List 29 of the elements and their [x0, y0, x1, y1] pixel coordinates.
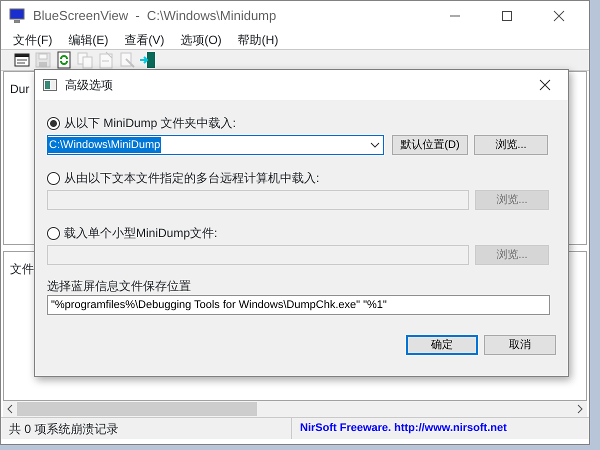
menu-item[interactable]: 选项(O) [172, 31, 230, 49]
browse-button[interactable]: 浏览... [474, 135, 548, 155]
window-title: BlueScreenView - C:\Windows\Minidump [33, 7, 278, 26]
radio-label[interactable]: 从以下 MiniDump 文件夹中载入: [64, 114, 236, 132]
close-icon [539, 79, 551, 91]
dialog-icon [43, 79, 57, 91]
exit-icon[interactable] [139, 51, 157, 69]
scrollbar-thumb[interactable] [17, 402, 257, 416]
menu-item[interactable]: 编辑(E) [60, 31, 116, 49]
status-text: 共 0 项系统崩溃记录 [8, 420, 120, 438]
website-link[interactable]: NirSoft Freeware. http://www.nirsoft.net [292, 420, 507, 437]
maximize-icon [501, 10, 513, 22]
close-icon [553, 10, 565, 22]
dialog-title: 高级选项 [65, 77, 114, 94]
window-icon[interactable] [13, 51, 31, 69]
menu-item[interactable]: 文件(F) [5, 31, 60, 49]
app-icon [9, 8, 25, 24]
field-label: 选择蓝屏信息文件保存位置 [47, 278, 192, 295]
path-field[interactable]: "%programfiles%\Debugging Tools for Windows\DumpChk.exe" "%1" [47, 295, 550, 315]
refresh-icon[interactable] [55, 51, 73, 69]
menu-item[interactable]: 帮助(H) [230, 31, 286, 49]
radio-button[interactable] [47, 116, 60, 130]
dropdown-field[interactable]: C:\Windows\MiniDump [47, 135, 384, 155]
column-header: 文件 [10, 262, 34, 276]
column-header: Dur [10, 82, 30, 96]
cancel-button[interactable]: 取消 [484, 335, 556, 355]
default-location-button[interactable]: 默认位置(D) [392, 135, 468, 155]
menu-item[interactable]: 查看(V) [116, 31, 172, 49]
ok-button[interactable]: 确定 [406, 335, 478, 355]
